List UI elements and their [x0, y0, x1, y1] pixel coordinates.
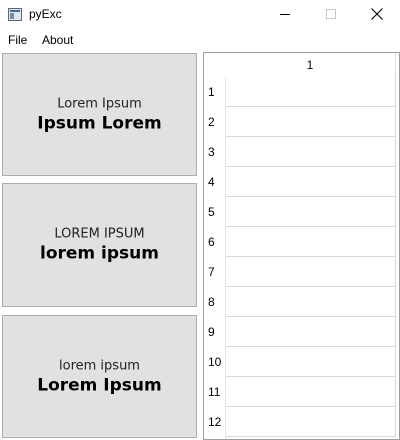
row-header[interactable]: 8: [204, 287, 225, 317]
title-bar[interactable]: pyExc: [0, 0, 400, 30]
panel-title: lorem ipsum: [40, 243, 159, 264]
table-row: 5: [204, 197, 399, 227]
panel-button-1[interactable]: Lorem Ipsum Ipsum Lorem: [2, 53, 197, 176]
row-header[interactable]: 10: [204, 347, 225, 377]
row-header[interactable]: 11: [204, 377, 225, 407]
table-cell[interactable]: [226, 407, 396, 437]
table-cell[interactable]: [226, 257, 396, 287]
menu-about[interactable]: About: [42, 33, 73, 47]
table-cell[interactable]: [226, 197, 396, 227]
data-table[interactable]: 1 1 2 3 4 5 6 7 8 9 10 11 12: [203, 52, 400, 440]
table-cell[interactable]: [226, 287, 396, 317]
table-cell[interactable]: [226, 317, 396, 347]
table-row: 1: [204, 77, 399, 107]
table-cell[interactable]: [226, 137, 396, 167]
row-header[interactable]: 4: [204, 167, 225, 197]
table-row: 3: [204, 137, 399, 167]
panel-button-2[interactable]: LOREM IPSUM lorem ipsum: [2, 183, 197, 307]
panel-title: Ipsum Lorem: [37, 113, 162, 133]
row-header[interactable]: 7: [204, 257, 225, 287]
row-header[interactable]: 3: [204, 137, 225, 167]
maximize-button[interactable]: [308, 0, 354, 30]
close-icon: [371, 8, 383, 20]
table-cell[interactable]: [226, 167, 396, 197]
table-cell[interactable]: [226, 77, 396, 107]
row-header[interactable]: 9: [204, 317, 225, 347]
app-icon: [8, 8, 22, 21]
table-row: 12: [204, 407, 399, 437]
table-row: 6: [204, 227, 399, 257]
panel-subtitle: lorem ipsum: [59, 358, 140, 373]
panel-subtitle: LOREM IPSUM: [54, 226, 145, 242]
minimize-button[interactable]: [262, 0, 308, 30]
table-cell[interactable]: [226, 377, 396, 407]
table-row: 9: [204, 317, 399, 347]
panel-title: Lorem Ipsum: [37, 375, 162, 395]
close-button[interactable]: [354, 0, 400, 30]
table-cell[interactable]: [226, 347, 396, 377]
table-cell[interactable]: [226, 107, 396, 137]
table-row: 7: [204, 257, 399, 287]
menu-bar: File About: [0, 30, 400, 50]
row-header[interactable]: 1: [204, 77, 225, 107]
minimize-icon: [280, 14, 290, 15]
menu-file[interactable]: File: [8, 33, 27, 47]
table-row: 2: [204, 107, 399, 137]
table-row: 11: [204, 377, 399, 407]
table-row: 4: [204, 167, 399, 197]
panel-subtitle: Lorem Ipsum: [57, 96, 142, 111]
row-header[interactable]: 2: [204, 107, 225, 137]
table-rows: 1 2 3 4 5 6 7 8 9 10 11 12: [204, 77, 399, 437]
table-row: 8: [204, 287, 399, 317]
row-header[interactable]: 12: [204, 407, 225, 437]
window-title: pyExc: [29, 7, 62, 21]
panel-button-3[interactable]: lorem ipsum Lorem Ipsum: [2, 315, 197, 438]
table-row: 10: [204, 347, 399, 377]
row-header[interactable]: 5: [204, 197, 225, 227]
column-header-1[interactable]: 1: [225, 53, 396, 77]
column-header-label: 1: [306, 58, 314, 72]
table-cell[interactable]: [226, 227, 396, 257]
table-corner-button[interactable]: [204, 53, 225, 77]
maximize-icon: [326, 9, 336, 19]
row-header[interactable]: 6: [204, 227, 225, 257]
